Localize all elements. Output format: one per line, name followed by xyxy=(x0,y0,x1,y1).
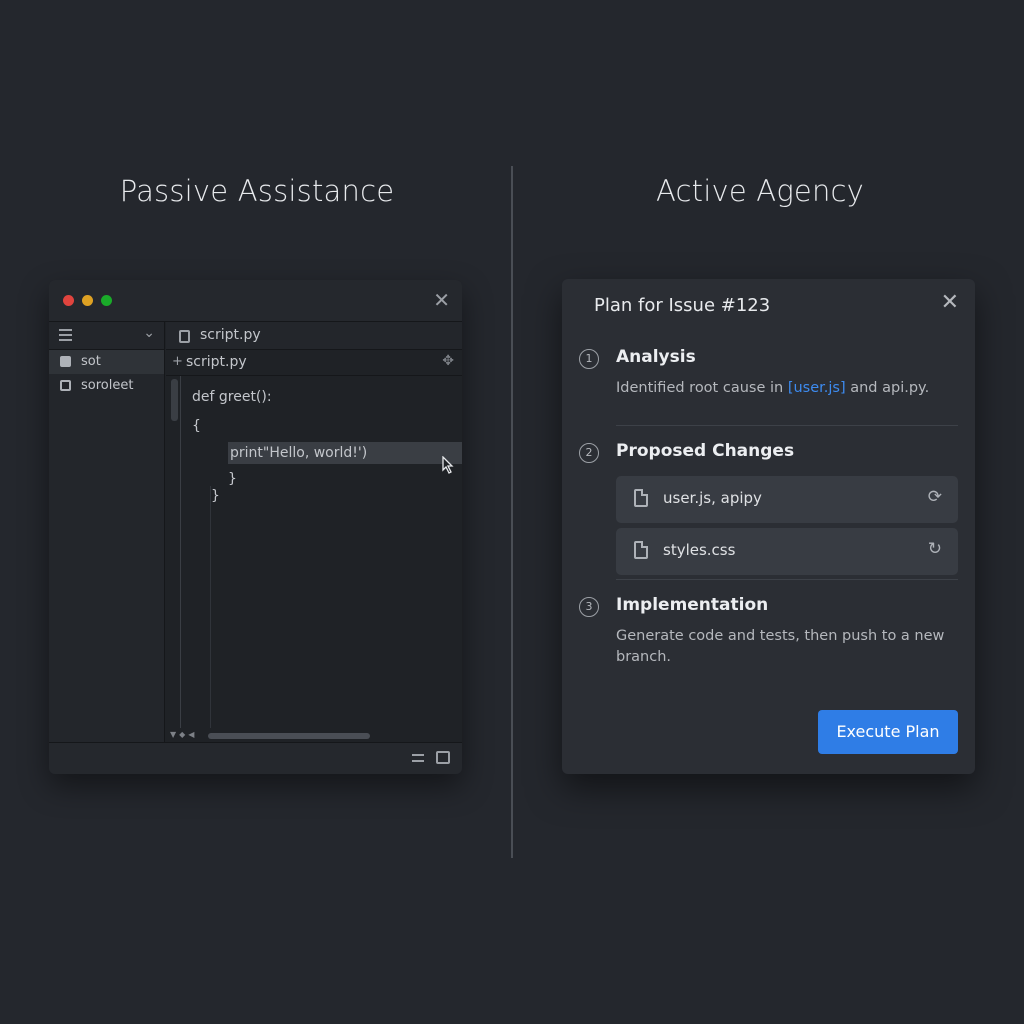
code-line: print"Hello, world!') xyxy=(230,445,368,461)
execute-plan-button[interactable]: Execute Plan xyxy=(818,710,958,754)
scrollbar-thumb[interactable] xyxy=(208,733,370,739)
sidebar-header: ⌄ xyxy=(49,322,164,350)
code-editor-window: ✕ ⌄ sot soroleet script.py + script.py ✥… xyxy=(49,280,462,774)
editor-statusbar xyxy=(49,742,462,774)
tab-script-py[interactable]: script.py xyxy=(166,322,462,350)
code-area[interactable]: def greet(): { print"Hello, world!') } } xyxy=(166,376,462,742)
sync-icon[interactable]: ⟳ xyxy=(928,487,942,507)
section-divider xyxy=(616,579,958,580)
file-icon xyxy=(634,541,648,559)
file-sidebar: ⌄ sot soroleet xyxy=(49,322,165,742)
heading-active-agency: Active Agency xyxy=(655,174,865,208)
sidebar-item-label: soroleet xyxy=(81,378,134,393)
plan-panel: Plan for Issue #123 ✕ 1 Analysis Identif… xyxy=(562,279,975,774)
sidebar-item-soroleet[interactable]: soroleet xyxy=(49,374,164,398)
maximize-dot-button[interactable] xyxy=(101,295,112,306)
code-line: def greet(): xyxy=(192,389,272,405)
horizontal-scrollbar[interactable]: ▼◆◀ xyxy=(166,730,462,742)
panel-square-icon[interactable] xyxy=(436,751,450,764)
close-dot-button[interactable] xyxy=(63,295,74,306)
step-number-badge: 3 xyxy=(579,597,599,617)
step-description-implementation: Generate code and tests, then push to a … xyxy=(616,628,945,665)
file-icon xyxy=(179,330,190,343)
file-path-bar: + script.py ✥ xyxy=(166,350,462,376)
code-line: { xyxy=(192,418,201,434)
heading-passive-assistance: Passive Assistance xyxy=(119,174,395,208)
refresh-icon[interactable]: ↻ xyxy=(928,539,942,559)
file-row-label: styles.css xyxy=(663,541,736,559)
equals-icon[interactable] xyxy=(412,754,424,766)
user-js-link[interactable]: [user.js] xyxy=(788,380,846,396)
file-icon xyxy=(60,356,71,367)
section-divider xyxy=(616,425,958,426)
plan-title: Plan for Issue #123 xyxy=(594,295,771,316)
step-number-badge: 2 xyxy=(579,443,599,463)
editor-titlebar: ✕ xyxy=(49,280,462,322)
vertical-divider xyxy=(511,166,513,858)
close-icon[interactable]: ✕ xyxy=(433,289,450,311)
grid-icon xyxy=(60,380,71,391)
scroll-arrow-icons[interactable]: ▼◆◀ xyxy=(170,730,197,739)
sidebar-item-label: sot xyxy=(81,354,101,369)
file-row-label: user.js, apipy xyxy=(663,489,762,507)
step-number-badge: 1 xyxy=(579,349,599,369)
step-title-implementation: Implementation xyxy=(616,595,769,615)
changed-file-row[interactable]: user.js, apipy ⟳ xyxy=(616,476,958,523)
minimize-dot-button[interactable] xyxy=(82,295,93,306)
step-title-proposed-changes: Proposed Changes xyxy=(616,441,795,461)
menu-icon[interactable] xyxy=(59,329,72,341)
vertical-scrollbar[interactable] xyxy=(171,379,178,421)
code-line: } xyxy=(228,471,237,487)
changed-file-row[interactable]: styles.css ↻ xyxy=(616,528,958,575)
plus-icon[interactable]: + xyxy=(172,354,183,369)
chevron-down-icon[interactable]: ⌄ xyxy=(143,325,155,341)
indent-guide xyxy=(180,376,181,728)
sidebar-item-sot[interactable]: sot xyxy=(49,350,164,374)
file-icon xyxy=(634,489,648,507)
indent-guide xyxy=(210,486,211,728)
file-label: script.py xyxy=(186,354,247,370)
step-description-analysis: Identified root cause in [user.js] and a… xyxy=(616,380,930,396)
mouse-cursor-icon xyxy=(442,456,454,474)
code-line: } xyxy=(211,488,220,504)
close-icon[interactable]: ✕ xyxy=(941,291,959,315)
step-title-analysis: Analysis xyxy=(616,347,696,367)
move-icon[interactable]: ✥ xyxy=(442,353,454,369)
tab-label: script.py xyxy=(200,327,261,343)
